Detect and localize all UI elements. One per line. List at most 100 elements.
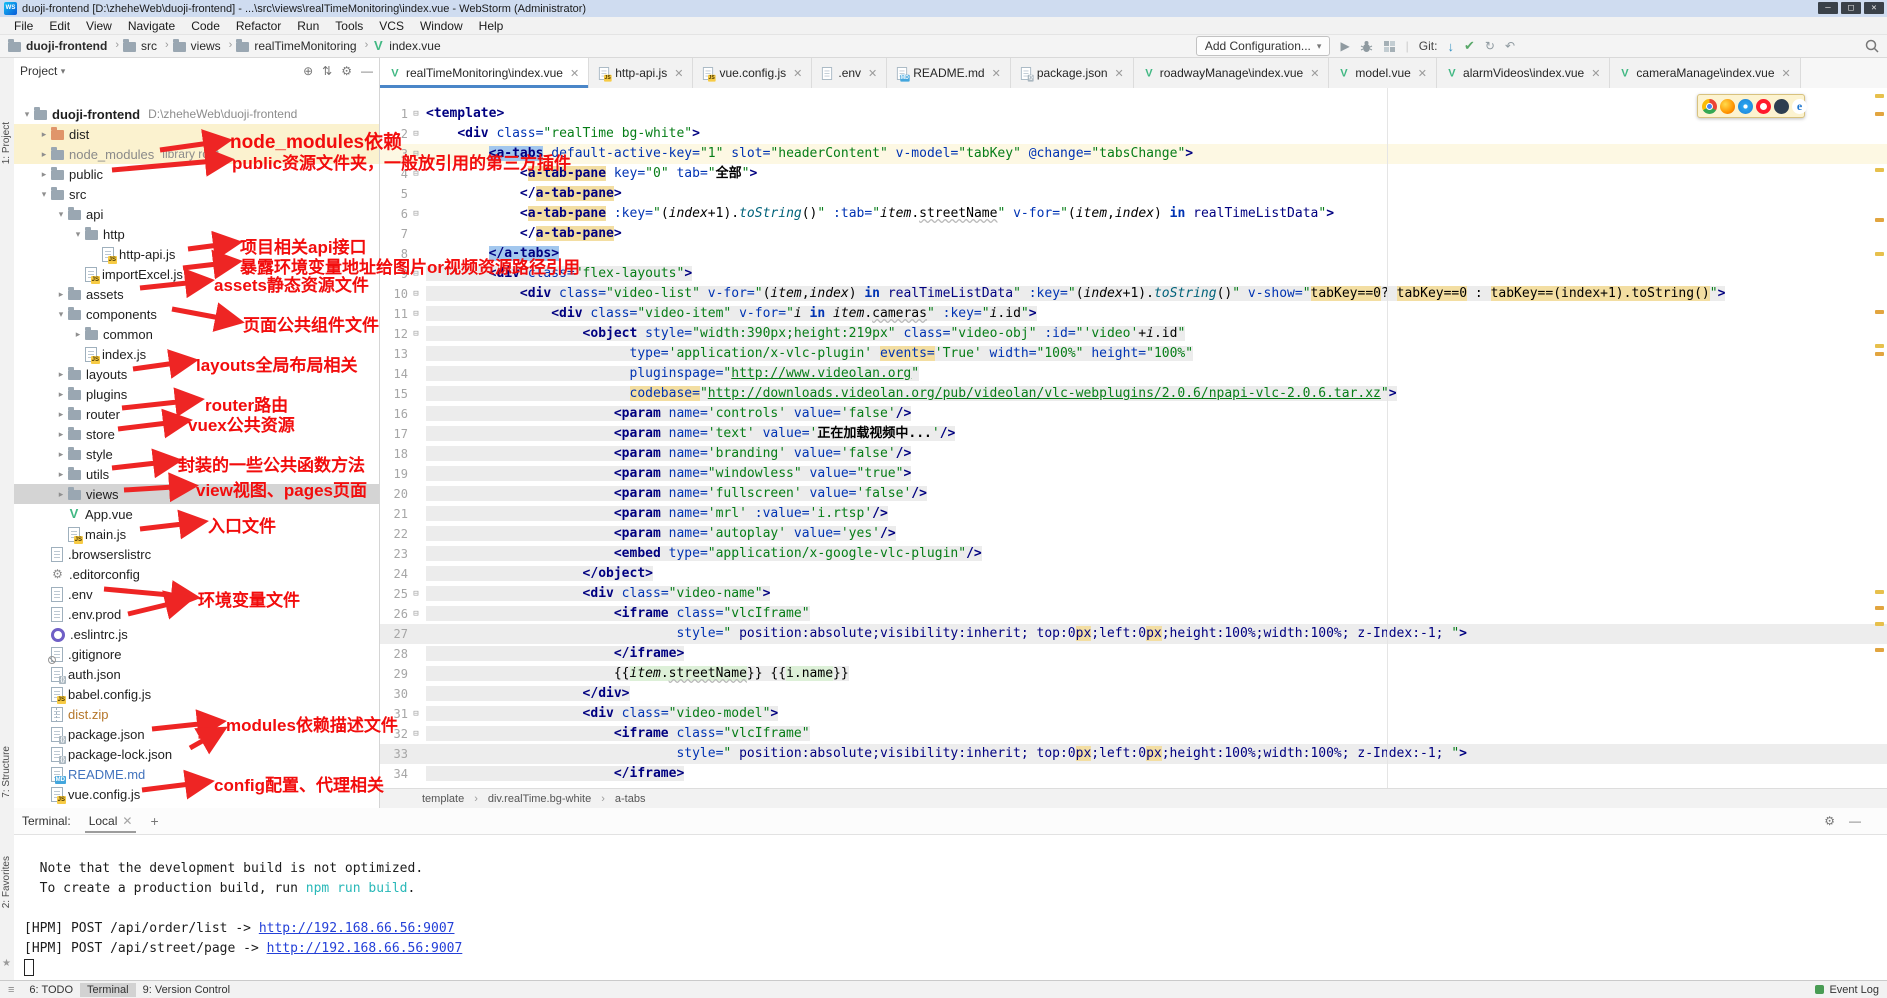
menu-item-help[interactable]: Help (471, 19, 512, 33)
fold-icon[interactable]: ⊟ (408, 704, 424, 724)
project-tree-row[interactable]: ▸store (14, 424, 379, 444)
fold-icon[interactable]: ⊟ (408, 604, 424, 624)
chevron-right-icon[interactable]: ▸ (54, 409, 68, 420)
search-everywhere-icon[interactable] (1865, 39, 1879, 53)
menu-item-file[interactable]: File (6, 19, 41, 33)
add-configuration-button[interactable]: Add Configuration...▾ (1196, 36, 1331, 56)
terminal-tab-local[interactable]: Local✕ (85, 810, 137, 833)
project-tree-row[interactable]: .eslintrc.js (14, 624, 379, 644)
project-tree-row[interactable]: .env (14, 584, 379, 604)
opera-browser-icon[interactable] (1756, 99, 1771, 114)
firefox-browser-icon[interactable] (1720, 99, 1735, 114)
run-button[interactable]: ▶ (1340, 39, 1349, 53)
fold-icon[interactable]: ⊟ (408, 304, 424, 324)
menu-item-run[interactable]: Run (289, 19, 327, 33)
statusbar-item[interactable]: 9: Version Control (136, 983, 237, 997)
chevron-down-icon[interactable]: ▾ (54, 309, 68, 320)
close-tab-icon[interactable]: ✕ (674, 67, 683, 80)
close-button[interactable]: ✕ (1864, 2, 1884, 14)
editor-tab[interactable]: JShttp-api.js✕ (589, 58, 693, 88)
menu-item-navigate[interactable]: Navigate (120, 19, 183, 33)
fold-icon[interactable]: ⊟ (408, 164, 424, 184)
project-tree-row[interactable]: ▾src (14, 184, 379, 204)
close-tab-icon[interactable]: ✕ (1591, 67, 1600, 80)
safari-browser-icon[interactable] (1738, 99, 1753, 114)
close-tab-icon[interactable]: ✕ (793, 67, 802, 80)
fold-icon[interactable]: ⊟ (408, 724, 424, 744)
chevron-right-icon[interactable]: ▸ (54, 449, 68, 460)
menu-item-window[interactable]: Window (412, 19, 471, 33)
fold-icon[interactable]: ⊟ (408, 144, 424, 164)
menu-item-refactor[interactable]: Refactor (228, 19, 289, 33)
collapse-all-icon[interactable]: ⇅ (322, 64, 332, 78)
chevron-right-icon[interactable]: ▸ (54, 389, 68, 400)
breadcrumb-item[interactable]: index.vue (372, 39, 440, 53)
menu-item-edit[interactable]: Edit (41, 19, 78, 33)
breadcrumb-item[interactable]: src (123, 39, 157, 53)
terminal-output[interactable]: Note that the development build is not o… (14, 835, 1887, 979)
chevron-right-icon[interactable]: ▸ (54, 489, 68, 500)
chevron-right-icon[interactable]: ▸ (54, 289, 68, 300)
editor-tab[interactable]: roadwayManage\index.vue✕ (1134, 58, 1330, 88)
chevron-right-icon[interactable]: ▸ (37, 129, 51, 140)
project-tree-row[interactable]: .env.prod (14, 604, 379, 624)
close-tab-icon[interactable]: ✕ (570, 67, 579, 80)
maximize-button[interactable]: □ (1841, 2, 1861, 14)
editor-breadcrumb-item[interactable]: a-tabs (615, 793, 646, 805)
project-tree-row[interactable]: {}package-lock.json (14, 744, 379, 764)
bookmark-star-icon[interactable]: ★ (2, 958, 11, 969)
project-tree-row[interactable]: dist.zip (14, 704, 379, 724)
project-tree-row[interactable]: ▸style (14, 444, 379, 464)
new-terminal-tab-button[interactable]: + (150, 813, 158, 829)
close-tab-icon[interactable]: ✕ (1310, 67, 1319, 80)
statusbar-item[interactable]: Terminal (80, 983, 136, 997)
minimize-button[interactable]: – (1818, 2, 1838, 14)
fold-icon[interactable]: ⊟ (408, 284, 424, 304)
close-tab-icon[interactable]: ✕ (1418, 67, 1427, 80)
project-panel-header[interactable]: Project ▾ ⊕ ⇅ ⚙ — (14, 58, 379, 84)
project-tree-row[interactable]: ▸utils (14, 464, 379, 484)
ie-browser-icon[interactable]: e (1792, 99, 1807, 114)
project-tree-row[interactable]: JSvue.config.js (14, 784, 379, 804)
chevron-right-icon[interactable]: ▸ (54, 429, 68, 440)
project-tree-row[interactable]: JSindex.js (14, 344, 379, 364)
close-tab-icon[interactable]: ✕ (1115, 67, 1124, 80)
stripe-project-label[interactable]: 1: Project (1, 122, 12, 164)
project-tree-row[interactable]: JSmain.js (14, 524, 379, 544)
project-tree-row[interactable]: App.vue (14, 504, 379, 524)
git-commit-icon[interactable]: ✔ (1464, 38, 1475, 54)
editor-tab[interactable]: alarmVideos\index.vue✕ (1437, 58, 1610, 88)
editor-breadcrumb-item[interactable]: template (422, 793, 464, 805)
editor-breadcrumb-item[interactable]: div.realTime.bg-white (488, 793, 591, 805)
debug-icon[interactable] (1360, 40, 1373, 53)
breadcrumb-item[interactable]: duoji-frontend (8, 39, 107, 53)
project-tree-row[interactable]: JShttp-api.js (14, 244, 379, 264)
project-tree-row[interactable]: ▸public (14, 164, 379, 184)
git-update-icon[interactable]: ↓ (1447, 39, 1454, 54)
chevron-right-icon[interactable]: ▸ (37, 149, 51, 160)
chevron-right-icon[interactable]: ▸ (37, 169, 51, 180)
close-tab-icon[interactable]: ✕ (1782, 67, 1791, 80)
project-tree-row[interactable]: ▾api (14, 204, 379, 224)
project-tree-row[interactable]: ▾http (14, 224, 379, 244)
editor-tab[interactable]: .env✕ (812, 58, 887, 88)
phantomjs-browser-icon[interactable] (1774, 99, 1789, 114)
git-rollback-icon[interactable]: ↶ (1505, 39, 1515, 53)
chevron-down-icon[interactable]: ▾ (37, 189, 51, 200)
project-tree-row[interactable]: JSbabel.config.js (14, 684, 379, 704)
project-tree-row[interactable]: ▸plugins (14, 384, 379, 404)
project-tree-row[interactable]: ▾components (14, 304, 379, 324)
project-tree-row[interactable]: ▸common (14, 324, 379, 344)
project-tree-row[interactable]: .gitignore (14, 644, 379, 664)
project-tree-row[interactable]: .editorconfig (14, 564, 379, 584)
chevron-right-icon[interactable]: ▸ (54, 469, 68, 480)
chevron-right-icon[interactable]: ▸ (71, 329, 85, 340)
project-tree-row[interactable]: ▸assets (14, 284, 379, 304)
editor-tab[interactable]: model.vue✕ (1329, 58, 1437, 88)
fold-icon[interactable]: ⊟ (408, 584, 424, 604)
git-history-icon[interactable]: ↻ (1485, 39, 1495, 53)
chevron-down-icon[interactable]: ▾ (71, 229, 85, 240)
hide-panel-icon[interactable]: — (361, 64, 373, 78)
fold-icon[interactable]: ⊟ (408, 324, 424, 344)
terminal-settings-icon[interactable]: ⚙ (1824, 814, 1835, 828)
